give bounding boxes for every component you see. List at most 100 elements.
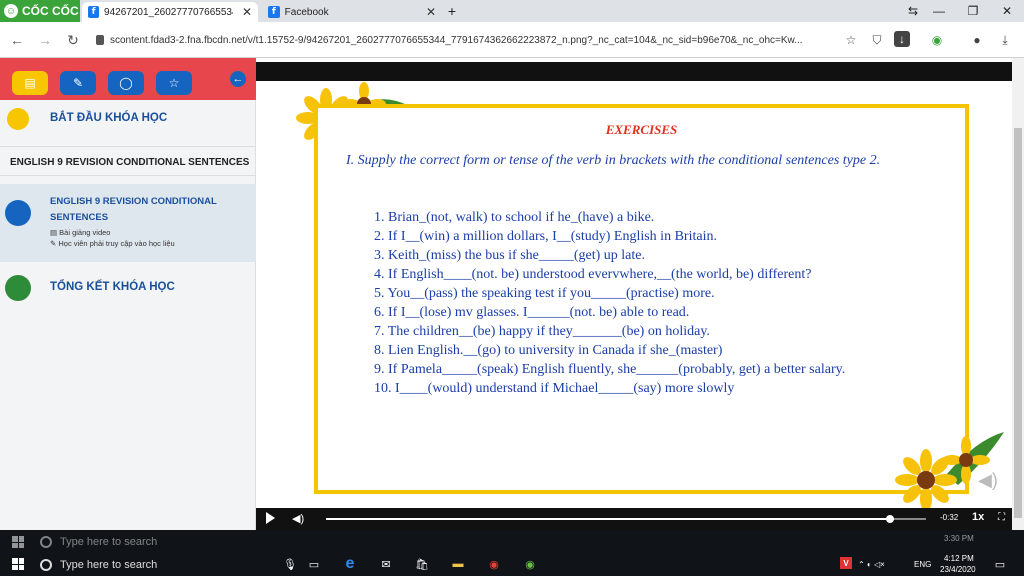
url-text: scontent.fdad3-2.fna.fbcdn.net/v/t1.1575…	[110, 34, 803, 46]
exercise-list: 1. Brian_(not, walk) to school if he_(ha…	[374, 208, 845, 398]
video-player[interactable]: EXERCISES I. Supply the correct form or …	[256, 58, 1012, 530]
minimize-button[interactable]: —	[922, 0, 956, 22]
lock-icon	[96, 35, 104, 45]
favorite-button[interactable]: ☆	[156, 71, 192, 95]
browser-brand-label: CỐC CỐC	[22, 4, 79, 18]
back-button[interactable]: ←	[8, 31, 26, 49]
sidebar-item-start[interactable]: BẮT ĐẦU KHÓA HỌC	[0, 100, 256, 136]
notes-button[interactable]: ▤	[12, 71, 48, 95]
search-ghost-text: Type here to search	[60, 535, 158, 548]
facebook-icon: f	[88, 6, 100, 18]
volume-icon[interactable]: ◀)	[292, 512, 304, 525]
close-tab-icon[interactable]: ✕	[242, 5, 252, 19]
back-arrow-icon[interactable]: ←	[230, 71, 246, 87]
taskbar-search-box[interactable]: Type here to search	[40, 553, 280, 576]
exercise-item: 6. If I__(lose) mv glasses. I______(not.…	[374, 305, 690, 320]
start-label: BẮT ĐẦU KHÓA HỌC	[50, 112, 168, 124]
exercise-item: 10. I____(would) understand if Michael__…	[374, 381, 735, 396]
lesson-meta-access-label: Học viên phải truy cập vào học liệu	[58, 239, 175, 248]
search-placeholder: Type here to search	[60, 558, 158, 571]
sidebar-toolbar: ▤ ✎ ◯ ☆ ←	[0, 58, 256, 100]
file-explorer-icon[interactable]: ▬	[450, 557, 466, 571]
lesson-meta-access: ✎ Học viên phải truy cập vào học liệu	[50, 239, 175, 248]
search-circle-icon	[40, 535, 52, 548]
seek-handle[interactable]	[886, 515, 894, 523]
restore-button[interactable]: ❐	[956, 0, 990, 22]
taskbar-ghost-row: Type here to search 3:30 PM	[0, 530, 1024, 553]
vpn-icon[interactable]: V	[840, 557, 852, 569]
lesson-title-line2: SENTENCES	[50, 212, 109, 223]
browser-brand[interactable]: ☺ CỐC CỐC	[0, 0, 80, 22]
extension-icon[interactable]: ◉	[928, 31, 946, 49]
sidebar-item-summary[interactable]: TỔNG KẾT KHÓA HỌC	[0, 270, 256, 306]
page-scrollbar[interactable]	[1012, 58, 1024, 530]
new-tab-button[interactable]: +	[442, 0, 462, 22]
search-ghost: Type here to search	[40, 530, 280, 553]
tab-image[interactable]: f 94267201_2602777076655344 ✕	[82, 2, 258, 22]
download-icon[interactable]: ↓	[894, 31, 910, 47]
language-indicator[interactable]: ENG	[914, 560, 931, 569]
exercise-item: 9. If Pamela_____(speak) English fluentl…	[374, 362, 846, 377]
url-field[interactable]: scontent.fdad3-2.fna.fbcdn.net/v/t1.1575…	[96, 30, 836, 50]
windows-start-icon	[12, 536, 24, 548]
sidebar-item-lesson[interactable]: ENGLISH 9 REVISION CONDITIONAL SENTENCES…	[0, 184, 256, 262]
store-icon[interactable]: 🛍	[414, 557, 430, 571]
profile-icon[interactable]: ●	[968, 31, 986, 49]
tray-icons[interactable]: ⌃ ◐ ◁×	[858, 560, 885, 569]
notification-icon[interactable]: ▭	[992, 557, 1008, 571]
lesson-title-line1: ENGLISH 9 REVISION CONDITIONAL	[50, 196, 217, 207]
time-remaining: -0:32	[940, 513, 959, 522]
comment-button[interactable]: ◯	[108, 71, 144, 95]
play-button[interactable]	[266, 512, 275, 524]
clock-time[interactable]: 4:12 PM	[944, 554, 974, 563]
chrome-icon[interactable]: ◉	[486, 557, 502, 571]
coccoc-taskbar-icon[interactable]: ◉	[522, 557, 538, 571]
player-controls: ◀) -0:32 1x ⛶	[256, 508, 1012, 530]
exercise-instruction: I. Supply the correct form or tense of t…	[346, 153, 881, 168]
close-tab-icon[interactable]: ✕	[426, 5, 436, 19]
sidebar-section-header[interactable]: ENGLISH 9 REVISION CONDITIONAL SENTENCES…	[0, 146, 256, 176]
start-dot-icon	[7, 108, 29, 130]
task-view-icon[interactable]: ▭	[306, 557, 322, 571]
summary-label: TỔNG KẾT KHÓA HỌC	[50, 281, 175, 293]
shield-icon[interactable]: ⛉	[868, 31, 886, 49]
tab-title: 94267201_2602777076655344	[104, 6, 233, 18]
download-manager-icon[interactable]: ⤓	[996, 31, 1014, 49]
browser-tab-bar: ☺ CỐC CỐC f 94267201_2602777076655344 ✕ …	[0, 0, 1024, 22]
microphone-icon[interactable]: 🎙	[282, 557, 298, 571]
exercise-item: 4. If English____(not. be) understood ev…	[374, 267, 812, 282]
windows-start-icon[interactable]	[12, 558, 24, 570]
seek-progress	[326, 518, 890, 520]
tab-title: Facebook	[284, 6, 329, 18]
search-circle-icon	[40, 558, 52, 571]
chevron-down-icon[interactable]: ⌄	[234, 155, 242, 166]
close-window-button[interactable]: ✕	[990, 0, 1024, 22]
playback-speed-button[interactable]: 1x	[972, 511, 984, 523]
taskbar-row: Type here to search 🎙 ▭ e ✉ 🛍 ▬ ◉ ◉ V ⌃ …	[0, 553, 1024, 576]
coccoc-logo-icon: ☺	[4, 4, 18, 18]
forward-button[interactable]: →	[36, 31, 54, 49]
reload-button[interactable]: ↻	[64, 31, 82, 49]
lesson-meta-video-label: Bài giảng video	[59, 228, 111, 237]
lesson-meta-video: ▤ Bài giảng video	[50, 228, 111, 237]
tab-facebook[interactable]: f Facebook ✕	[262, 2, 442, 22]
clock-ghost-time: 3:30 PM	[944, 534, 974, 543]
address-bar: ← → ↻ scontent.fdad3-2.fna.fbcdn.net/v/t…	[0, 22, 1024, 58]
exercise-item: 3. Keith_(miss) the bus if she_____(get)…	[374, 248, 646, 263]
seek-bar[interactable]	[326, 515, 926, 523]
windows-taskbar: Type here to search 3:30 PM Type here to…	[0, 530, 1024, 576]
mail-icon[interactable]: ✉	[378, 557, 394, 571]
attachment-button[interactable]: ✎	[60, 71, 96, 95]
edge-icon[interactable]: e	[342, 555, 358, 572]
fullscreen-icon[interactable]: ⛶	[998, 512, 1005, 523]
speaker-icon[interactable]: ◀)	[978, 470, 1000, 492]
exercise-item: 7. The children__(be) happy if they_____…	[374, 324, 710, 339]
course-sidebar: ▤ ✎ ◯ ☆ ← BẮT ĐẦU KHÓA HỌC ENGLISH 9 REV…	[0, 58, 256, 530]
section-title: ENGLISH 9 REVISION CONDITIONAL SENTENCES	[10, 157, 250, 168]
exercise-slide: EXERCISES I. Supply the correct form or …	[314, 104, 969, 494]
clock-date[interactable]: 23/4/2020	[940, 565, 976, 574]
lesson-dot-icon	[5, 200, 31, 226]
bookmark-star-icon[interactable]: ☆	[842, 31, 860, 49]
exercise-item: 8. Lien English.__(go) to university in …	[374, 343, 723, 358]
scrollbar-thumb[interactable]	[1014, 128, 1022, 518]
